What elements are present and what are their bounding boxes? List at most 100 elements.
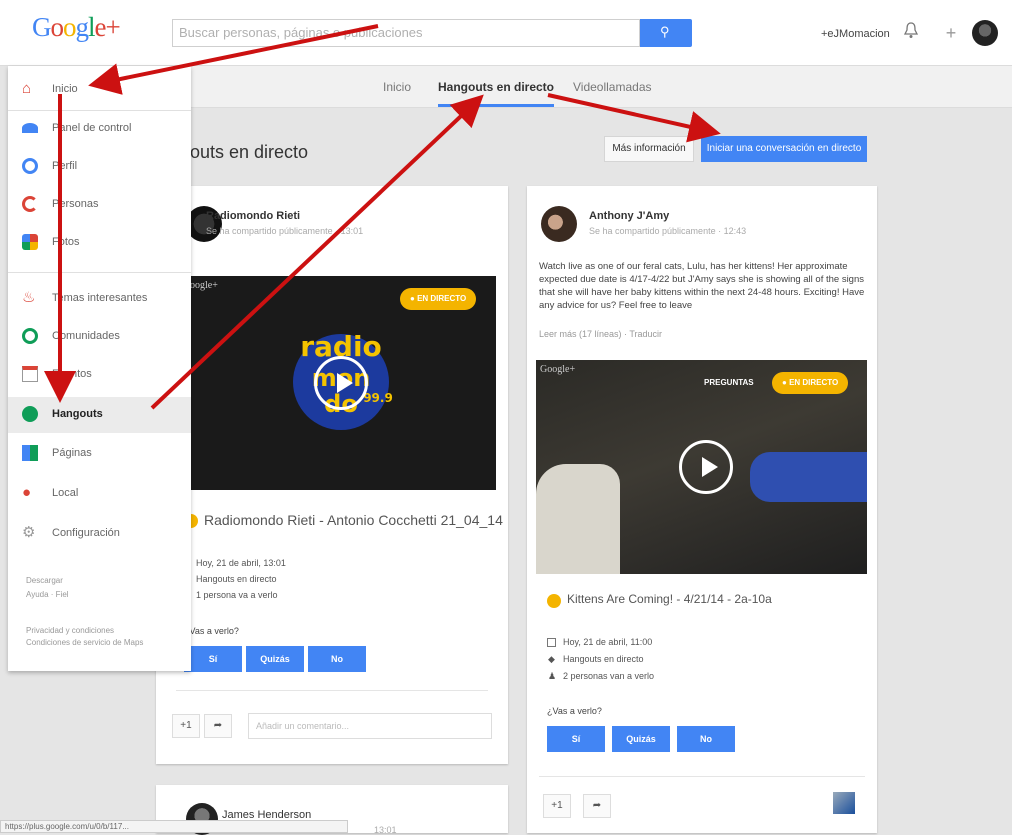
notifications-bell-icon[interactable]: [904, 21, 918, 39]
tab-videollamadas[interactable]: Videollamadas: [573, 80, 652, 94]
hangout-type-icon: ◆: [548, 654, 555, 664]
sidebar-item-label: Perfil: [52, 160, 78, 172]
questions-label[interactable]: PREGUNTAS: [704, 372, 754, 394]
post-body-text: Watch live as one of our feral cats, Lul…: [539, 261, 865, 311]
video-thumbnail[interactable]: Google+ PREGUNTAS ● EN DIRECTO: [536, 360, 867, 574]
event-title[interactable]: Kittens Are Coming! - 4/21/14 - 2a-10a: [567, 592, 772, 606]
communities-icon: [22, 328, 38, 344]
post-author[interactable]: Anthony J'Amy: [589, 210, 669, 222]
post-author[interactable]: Radiomondo Rieti: [206, 210, 300, 222]
share-button[interactable]: ➦: [583, 794, 611, 818]
footer-privacy-link[interactable]: Privacidad y condiciones: [26, 626, 114, 635]
search-button[interactable]: ⚲: [640, 19, 692, 47]
sidebar-item-temas[interactable]: ♨ Temas interesantes: [8, 281, 191, 317]
live-badge: ● EN DIRECTO: [772, 372, 849, 394]
video-thumbnail[interactable]: oogle+ ● EN DIRECTO radio mon do 99.9: [186, 276, 496, 490]
rsvp-question: ¿Vas a verlo?: [547, 706, 602, 716]
event-type: Hangouts en directo: [196, 574, 277, 584]
event-viewers: 2 personas van a verlo: [563, 671, 655, 681]
events-icon: [22, 366, 38, 382]
post-card-anthony: Anthony J'Amy Se ha compartido públicame…: [527, 186, 877, 833]
rsvp-yes-button[interactable]: Sí: [184, 646, 242, 672]
top-bar: Google+ Buscar personas, páginas o publi…: [0, 0, 1012, 66]
share-arrow-icon: ➦: [213, 720, 223, 731]
read-more-link[interactable]: Leer más (17 líneas) · Traducir: [539, 329, 662, 339]
search-input[interactable]: Buscar personas, páginas o publicaciones: [172, 19, 640, 47]
rsvp-no-button[interactable]: No: [677, 726, 735, 752]
event-date: Hoy, 21 de abril, 11:00: [563, 637, 653, 647]
comment-input[interactable]: Añadir un comentario...: [248, 713, 492, 739]
video-watermark: oogle+: [190, 280, 218, 291]
calendar-icon: [547, 638, 556, 647]
event-viewers: 1 persona va a verlo: [196, 590, 278, 600]
google-plus-logo[interactable]: Google+: [32, 12, 121, 43]
dashboard-icon: [22, 123, 38, 133]
more-info-button[interactable]: Más información: [604, 136, 694, 162]
sidebar-item-label: Temas interesantes: [52, 292, 148, 304]
blue-sleeve-image: [750, 452, 867, 502]
live-badge: ● EN DIRECTO: [400, 288, 477, 310]
account-avatar[interactable]: [972, 20, 998, 46]
start-live-hangout-button[interactable]: Iniciar una conversación en directo: [701, 136, 867, 162]
sidebar-item-hangouts[interactable]: Hangouts: [8, 397, 191, 433]
play-button-icon[interactable]: [679, 440, 733, 494]
sidebar-menu: ⌂ Inicio Panel de control Perfil Persona…: [8, 66, 191, 671]
sidebar-item-label: Comunidades: [52, 330, 120, 342]
sidebar-item-label: Configuración: [52, 527, 120, 539]
event-title[interactable]: Radiomondo Rieti - Antonio Cocchetti 21_…: [204, 512, 503, 528]
sidebar-item-fotos[interactable]: Fotos: [8, 225, 191, 261]
post-card-radiomondo: Radiomondo Rieti Se ha compartido públic…: [156, 186, 508, 764]
tab-hangouts-en-directo[interactable]: Hangouts en directo: [438, 80, 555, 107]
footer-help-link[interactable]: Ayuda · Fiel: [26, 590, 69, 599]
trending-icon: ♨: [22, 289, 36, 306]
person-icon: ♟: [548, 671, 557, 681]
divider: [539, 776, 865, 777]
svg-text:99.9: 99.9: [363, 391, 393, 405]
tab-inicio[interactable]: Inicio: [383, 80, 411, 94]
sidebar-item-label: Panel de control: [52, 122, 132, 134]
sidebar-item-personas[interactable]: Personas: [8, 187, 191, 223]
play-button-icon[interactable]: [314, 356, 368, 410]
avatar[interactable]: [541, 206, 577, 242]
pages-icon: [22, 445, 38, 461]
sidebar-separator: [8, 272, 191, 273]
sidebar-item-panel[interactable]: Panel de control: [8, 111, 191, 147]
sidebar-item-paginas[interactable]: Páginas: [8, 436, 191, 472]
rsvp-no-button[interactable]: No: [308, 646, 366, 672]
footer-download-link[interactable]: Descargar: [26, 576, 63, 585]
post-meta: Se ha compartido públicamente · 13:01: [206, 226, 364, 236]
share-button[interactable]: ➦: [204, 714, 232, 738]
sidebar-item-inicio[interactable]: ⌂ Inicio: [8, 72, 191, 108]
footer-maps-terms-link[interactable]: Condiciones de servicio de Maps: [26, 638, 143, 647]
sidebar-item-label: Fotos: [52, 236, 80, 248]
sidebar-item-label: Personas: [52, 198, 99, 210]
plus-one-button[interactable]: +1: [172, 714, 200, 738]
hangouts-icon: [547, 594, 561, 608]
sidebar-item-label: Eventos: [52, 368, 92, 380]
local-pin-icon: ●: [22, 484, 32, 501]
rsvp-maybe-button[interactable]: Quizás: [612, 726, 670, 752]
sidebar-item-label: Páginas: [52, 447, 92, 459]
user-profile-link[interactable]: +eJMomacion: [821, 28, 890, 40]
sidebar-item-comunidades[interactable]: Comunidades: [8, 319, 191, 355]
rsvp-yes-button[interactable]: Sí: [547, 726, 605, 752]
cat-image: [536, 464, 620, 574]
profile-icon: [22, 158, 38, 174]
sidebar-item-perfil[interactable]: Perfil: [8, 149, 191, 185]
sidebar-item-configuracion[interactable]: ⚙ Configuración: [8, 516, 191, 552]
share-plus-icon[interactable]: +: [940, 22, 962, 44]
app-thumbnail-icon[interactable]: [833, 792, 855, 814]
sidebar-item-eventos[interactable]: Eventos: [8, 357, 191, 393]
share-arrow-icon: ➦: [592, 800, 602, 811]
settings-gear-icon: ⚙: [22, 524, 36, 541]
plus-one-button[interactable]: +1: [543, 794, 571, 818]
rsvp-maybe-button[interactable]: Quizás: [246, 646, 304, 672]
divider: [176, 690, 488, 691]
video-watermark: Google+: [540, 364, 576, 375]
people-icon: [22, 196, 38, 212]
event-type: Hangouts en directo: [563, 654, 644, 664]
sidebar-item-local[interactable]: ● Local: [8, 476, 191, 512]
search-icon: ⚲: [660, 24, 670, 39]
browser-status-url: https://plus.google.com/u/0/b/117...: [0, 820, 348, 833]
sidebar-item-label: Hangouts: [52, 408, 103, 420]
